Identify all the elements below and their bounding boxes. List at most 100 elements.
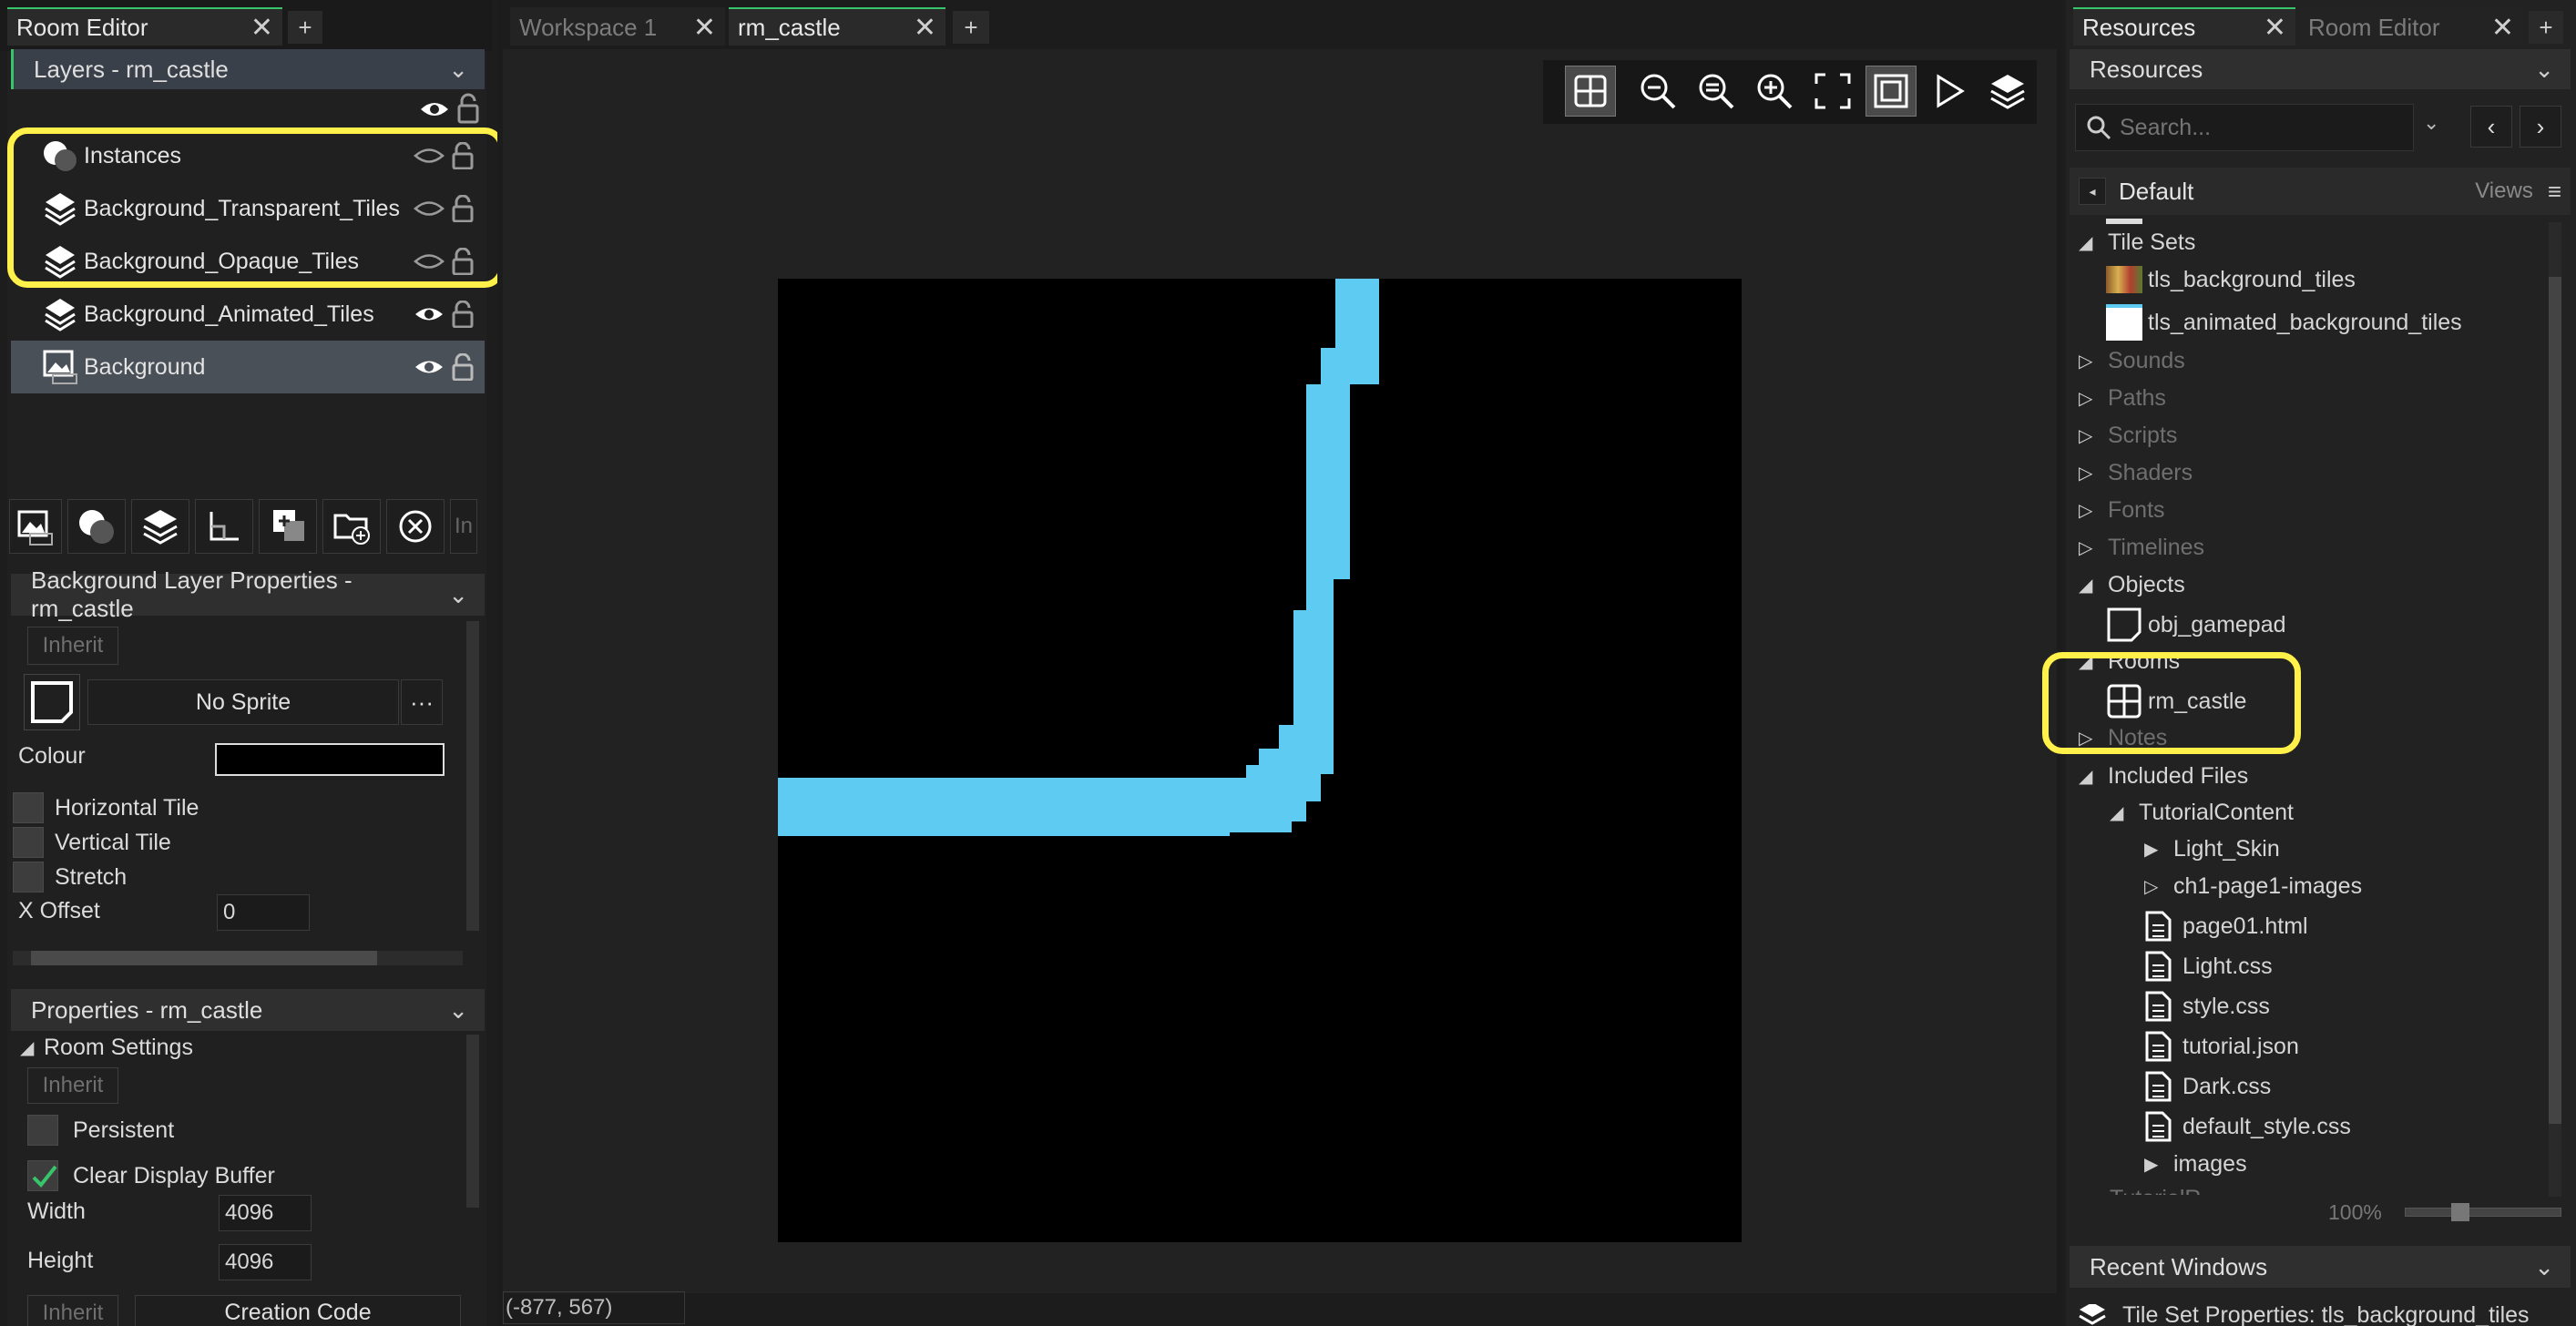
hamburger-menu-icon[interactable]: ≡: [2548, 178, 2561, 206]
bg-props-hscroll[interactable]: [13, 951, 463, 965]
colour-swatch[interactable]: [215, 743, 445, 776]
layers-panel-header[interactable]: Layers - rm_castle ⌄: [11, 49, 485, 89]
tree-file-dark-css[interactable]: Dark.css: [2144, 1071, 2271, 1102]
search-input[interactable]: [2120, 114, 2375, 141]
lock-icon[interactable]: [452, 353, 474, 381]
next-result-button[interactable]: ›: [2520, 106, 2561, 148]
tree-item-tls-background-tiles[interactable]: tls_background_tiles: [2106, 266, 2356, 293]
add-path-layer-button[interactable]: [195, 499, 253, 554]
tab-room-editor-right[interactable]: Room Editor ✕: [2299, 7, 2523, 46]
tab-rm-castle[interactable]: rm_castle ✕: [729, 7, 946, 46]
close-icon[interactable]: ✕: [2264, 12, 2286, 44]
tree-folder-light-skin[interactable]: ▶ Light_Skin: [2144, 836, 2280, 862]
tree-group-scripts[interactable]: ▷ Scripts: [2079, 423, 2177, 449]
close-icon[interactable]: ✕: [914, 12, 936, 44]
bg-props-vscroll[interactable]: [466, 621, 479, 931]
sprite-placeholder-icon: [31, 681, 73, 723]
eye-visible-icon[interactable]: [414, 304, 445, 324]
add-instance-layer-button[interactable]: [67, 499, 126, 554]
zoom-slider[interactable]: [2405, 1203, 2561, 1221]
tree-file-style-css[interactable]: style.css: [2144, 991, 2270, 1022]
tree-group-timelines[interactable]: ▷ Timelines: [2079, 535, 2204, 561]
views-label[interactable]: Views: [2475, 178, 2533, 204]
tab-workspace[interactable]: Workspace 1 ✕: [510, 7, 725, 46]
close-icon[interactable]: ✕: [693, 12, 716, 44]
resources-header[interactable]: Resources ⌄: [2070, 49, 2571, 89]
tree-folder-images[interactable]: ▶ images: [2144, 1151, 2247, 1178]
delete-layer-button[interactable]: [386, 499, 445, 554]
add-tile-layer-button[interactable]: [131, 499, 189, 554]
play-room-button[interactable]: [1924, 66, 1975, 117]
resource-search[interactable]: [2075, 104, 2414, 151]
tree-group-objects[interactable]: ◢ Objects: [2079, 572, 2185, 598]
layer-row-background[interactable]: Background: [11, 341, 485, 393]
bg-props-header[interactable]: Background Layer Properties - rm_castle …: [11, 566, 485, 622]
tree-item-obj-gamepad[interactable]: obj_gamepad: [2106, 607, 2286, 643]
width-field[interactable]: 4096: [219, 1195, 312, 1231]
new-tab-button[interactable]: +: [288, 11, 322, 44]
tree-folder-ch1-images[interactable]: ▷ ch1-page1-images: [2144, 873, 2362, 900]
inherit-button[interactable]: Inherit: [27, 627, 118, 665]
tree-group-paths[interactable]: ▷ Paths: [2079, 385, 2166, 412]
tree-group-sounds[interactable]: ▷ Sounds: [2079, 348, 2185, 374]
tree-file-light-css[interactable]: Light.css: [2144, 951, 2273, 982]
tab-room-editor[interactable]: Room Editor ✕: [7, 7, 282, 46]
new-tab-button[interactable]: +: [2529, 11, 2563, 44]
inherit-button[interactable]: Inherit: [27, 1295, 118, 1326]
recent-window-item[interactable]: Tile Set Properties: tls_background_tile…: [2077, 1304, 2530, 1326]
search-options-chevron-icon[interactable]: ⌄: [2423, 111, 2439, 135]
tree-group-fonts[interactable]: ▷ Fonts: [2079, 497, 2165, 524]
expanded-triangle-icon[interactable]: ◢: [20, 1036, 44, 1059]
layer-row-animated-tiles[interactable]: Background_Animated_Tiles: [11, 288, 485, 341]
resources-vscroll[interactable]: [2549, 222, 2561, 1197]
zoom-in-button[interactable]: [1749, 66, 1800, 117]
layer-settings-button[interactable]: [1982, 66, 2033, 117]
fit-view-button[interactable]: [1807, 66, 1858, 117]
stretch-checkbox[interactable]: [13, 862, 44, 892]
tree-group-included-files[interactable]: ◢ Included Files: [2079, 763, 2248, 790]
zoom-reset-button[interactable]: [1632, 66, 1683, 117]
view-selector-icon[interactable]: ◂: [2079, 178, 2106, 205]
add-layer-folder-button[interactable]: [322, 499, 381, 554]
tree-item-tls-animated-background-tiles[interactable]: tls_animated_background_tiles: [2106, 304, 2462, 341]
new-tab-button[interactable]: +: [953, 11, 989, 44]
creation-code-button[interactable]: Creation Code: [135, 1295, 461, 1326]
tree-group-shaders[interactable]: ▷ Shaders: [2079, 460, 2193, 486]
tab-resources[interactable]: Resources ✕: [2073, 7, 2295, 46]
tree-folder-tutorialcontent[interactable]: ◢ TutorialContent: [2110, 800, 2294, 826]
prev-result-button[interactable]: ‹: [2470, 106, 2512, 148]
clear-display-buffer-checkbox[interactable]: [27, 1160, 58, 1191]
close-icon[interactable]: ✕: [250, 12, 273, 44]
x-offset-field[interactable]: 0: [217, 894, 310, 931]
tree-file-default-style-css[interactable]: default_style.css: [2144, 1111, 2351, 1142]
toggle-all-visibility-icon[interactable]: [419, 98, 450, 120]
eye-visible-icon[interactable]: [414, 357, 445, 377]
inherit-button[interactable]: Inherit: [27, 1067, 118, 1104]
lock-icon[interactable]: [452, 301, 474, 328]
collapsed-triangle-icon: ▷: [2079, 389, 2093, 409]
tree-file-page01[interactable]: page01.html: [2144, 911, 2308, 942]
sprite-thumbnail[interactable]: [24, 674, 80, 730]
grid-toggle-button[interactable]: [1565, 66, 1616, 117]
sprite-select-button[interactable]: No Sprite: [87, 679, 399, 725]
room-props-vscroll[interactable]: [466, 1035, 479, 1208]
close-icon[interactable]: ✕: [2491, 12, 2514, 44]
room-frame-button[interactable]: [1866, 66, 1917, 117]
recent-windows-header[interactable]: Recent Windows ⌄: [2070, 1246, 2571, 1288]
add-background-layer-button[interactable]: [9, 499, 62, 554]
add-asset-layer-button[interactable]: [259, 499, 317, 554]
toggle-all-lock-icon[interactable]: [457, 93, 479, 124]
zoom-out-button[interactable]: [1691, 66, 1742, 117]
horizontal-tile-checkbox[interactable]: [13, 792, 44, 823]
vertical-tile-checkbox[interactable]: [13, 827, 44, 858]
persistent-checkbox[interactable]: [27, 1115, 58, 1146]
tree-file-tutorial-json[interactable]: tutorial.json: [2144, 1031, 2299, 1062]
inherit-layer-button[interactable]: In: [450, 499, 477, 554]
height-field[interactable]: 4096: [219, 1244, 312, 1280]
tree-group-tile-sets[interactable]: ◢ Tile Sets: [2079, 230, 2195, 256]
tree-folder-tutorial-cut[interactable]: TutorialR...: [2110, 1186, 2220, 1195]
sprite-browse-button[interactable]: ···: [401, 679, 443, 725]
room-canvas[interactable]: [778, 279, 1742, 1242]
persistent-label: Persistent: [73, 1117, 175, 1143]
room-props-header[interactable]: Properties - rm_castle ⌄: [11, 989, 485, 1031]
